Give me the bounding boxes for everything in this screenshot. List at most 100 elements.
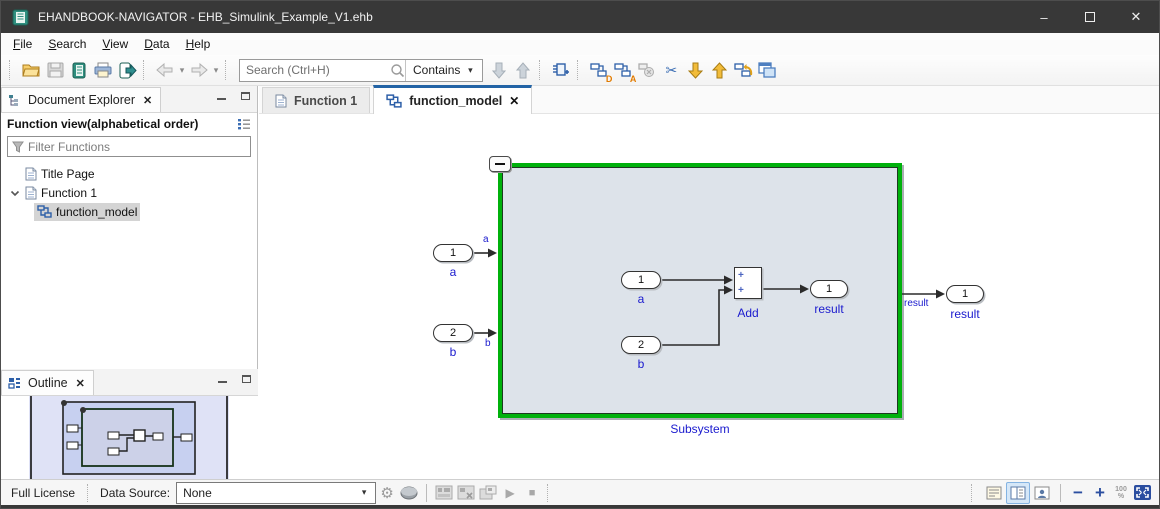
fit-to-screen-button[interactable]: [1131, 482, 1153, 504]
model-canvas[interactable]: 1 a a 2 b b 1 a 2 b + + Add: [259, 114, 1159, 481]
show-data-button[interactable]: D: [587, 58, 611, 82]
tab-function-model[interactable]: function_model ✕: [373, 85, 532, 114]
step-into-button[interactable]: [683, 58, 707, 82]
toolbar-separator: [577, 60, 584, 80]
minimize-button[interactable]: –: [1021, 1, 1067, 33]
step-out-button[interactable]: [707, 58, 731, 82]
back-dropdown[interactable]: ▾: [177, 65, 187, 76]
print-button[interactable]: [91, 58, 115, 82]
single-page-view-button[interactable]: [982, 482, 1006, 504]
outline-thumbnail[interactable]: [1, 396, 258, 480]
match-mode-value: Contains: [413, 63, 460, 77]
tree-item-title-page[interactable]: Title Page: [1, 164, 257, 183]
menu-file[interactable]: File: [5, 35, 40, 53]
pin-block-button[interactable]: [549, 58, 573, 82]
presenter-view-button[interactable]: [1030, 482, 1054, 504]
chevron-down-icon[interactable]: [9, 187, 21, 199]
close-icon[interactable]: ✕: [509, 94, 519, 108]
yellow-down-arrow-icon: [688, 62, 703, 79]
collapse-button[interactable]: [489, 156, 511, 172]
tree-item-function-1[interactable]: Function 1: [1, 183, 257, 202]
add-block[interactable]: + +: [734, 267, 762, 299]
titlebar[interactable]: EHANDBOOK-NAVIGATOR - EHB_Simulink_Examp…: [1, 1, 1159, 33]
view-list-icon[interactable]: [237, 118, 251, 130]
maximize-icon: [1085, 12, 1095, 22]
view-mode-row: Function view(alphabetical order): [1, 113, 257, 133]
toolbar: ▾ ▾ Contains ▾ D A ✂: [1, 55, 1159, 86]
data-source-manager-button[interactable]: [398, 482, 420, 504]
inport-a[interactable]: 1: [433, 244, 473, 262]
find-previous-button[interactable]: [511, 58, 535, 82]
port-number: 1: [962, 288, 968, 300]
open-folder-icon: [22, 62, 41, 78]
find-next-button[interactable]: [487, 58, 511, 82]
match-mode-dropdown[interactable]: Contains ▾: [406, 63, 482, 77]
outport-label: result: [927, 307, 1003, 321]
menu-data[interactable]: Data: [136, 35, 177, 53]
split-view-button[interactable]: [1006, 482, 1030, 504]
minimize-panel-button[interactable]: [213, 89, 229, 102]
windows-layout-button[interactable]: [755, 58, 779, 82]
port-number: 1: [826, 283, 832, 295]
editor-tabbar: Function 1 function_model ✕: [259, 86, 1159, 114]
close-icon[interactable]: ✕: [74, 377, 85, 390]
status-divider: [426, 484, 427, 502]
search-input[interactable]: [240, 61, 390, 80]
minimize-panel-button[interactable]: [214, 372, 230, 385]
back-to-parent-button[interactable]: [731, 58, 755, 82]
model-disabled-icon: [638, 62, 656, 78]
data-source-label: Data Source:: [100, 486, 170, 500]
maximize-icon: [241, 92, 250, 100]
forward-button[interactable]: [187, 58, 211, 82]
outport-result[interactable]: 1: [946, 285, 984, 303]
maximize-button[interactable]: [1067, 1, 1113, 33]
save-icon: [47, 62, 64, 78]
measure-config-button[interactable]: [433, 482, 455, 504]
measure-x-icon: [457, 485, 475, 500]
cut-model-button[interactable]: ✂: [659, 58, 683, 82]
menu-view[interactable]: View: [94, 35, 136, 53]
menu-help[interactable]: Help: [178, 35, 219, 53]
outline-header: Outline ✕: [1, 369, 258, 396]
inport-b[interactable]: 2: [433, 324, 473, 342]
tab-document-explorer[interactable]: Document Explorer ✕: [1, 87, 161, 112]
app-window: EHANDBOOK-NAVIGATOR - EHB_Simulink_Examp…: [0, 0, 1160, 509]
zoom-out-button[interactable]: −: [1067, 483, 1089, 503]
tab-function-1[interactable]: Function 1: [262, 87, 370, 113]
start-measure-button[interactable]: ▶: [499, 482, 521, 504]
settings-button[interactable]: ⚙: [376, 482, 398, 504]
explorer-header: Document Explorer ✕: [1, 86, 257, 113]
zoom-level[interactable]: 100%: [1111, 486, 1131, 500]
close-button[interactable]: ✕: [1113, 1, 1159, 33]
port-number: 2: [638, 339, 644, 351]
open-handbook-button[interactable]: [67, 58, 91, 82]
forward-dropdown[interactable]: ▾: [211, 65, 221, 76]
workspace: Document Explorer ✕ Function view(alphab…: [1, 86, 1159, 481]
zoom-in-button[interactable]: +: [1089, 483, 1111, 503]
stop-measure-button[interactable]: ■: [521, 482, 543, 504]
tree-item-function-model[interactable]: function_model: [1, 202, 257, 221]
open-file-button[interactable]: [19, 58, 43, 82]
hide-elements-button[interactable]: [635, 58, 659, 82]
subsystem-outport-result[interactable]: 1: [810, 280, 848, 298]
subsystem-outport-label: result: [791, 302, 867, 316]
maximize-panel-button[interactable]: [238, 372, 254, 385]
filter-box: [7, 136, 251, 157]
maximize-panel-button[interactable]: [237, 89, 253, 102]
data-source-select[interactable]: None ▾: [176, 482, 376, 504]
save-button[interactable]: [43, 58, 67, 82]
back-icon: [156, 63, 174, 77]
measure-window-button[interactable]: [477, 482, 499, 504]
filter-input[interactable]: [28, 140, 246, 154]
selected-tree-item[interactable]: function_model: [34, 203, 140, 221]
measure-remove-button[interactable]: [455, 482, 477, 504]
menu-search[interactable]: Search: [40, 35, 94, 53]
show-annotations-button[interactable]: A: [611, 58, 635, 82]
close-icon[interactable]: ✕: [141, 94, 152, 107]
tab-outline[interactable]: Outline ✕: [1, 370, 94, 395]
subsystem-inport-b[interactable]: 2: [621, 336, 661, 354]
tree-icon: [8, 94, 22, 107]
back-button[interactable]: [153, 58, 177, 82]
export-document-button[interactable]: [115, 58, 139, 82]
subsystem-inport-a[interactable]: 1: [621, 271, 661, 289]
